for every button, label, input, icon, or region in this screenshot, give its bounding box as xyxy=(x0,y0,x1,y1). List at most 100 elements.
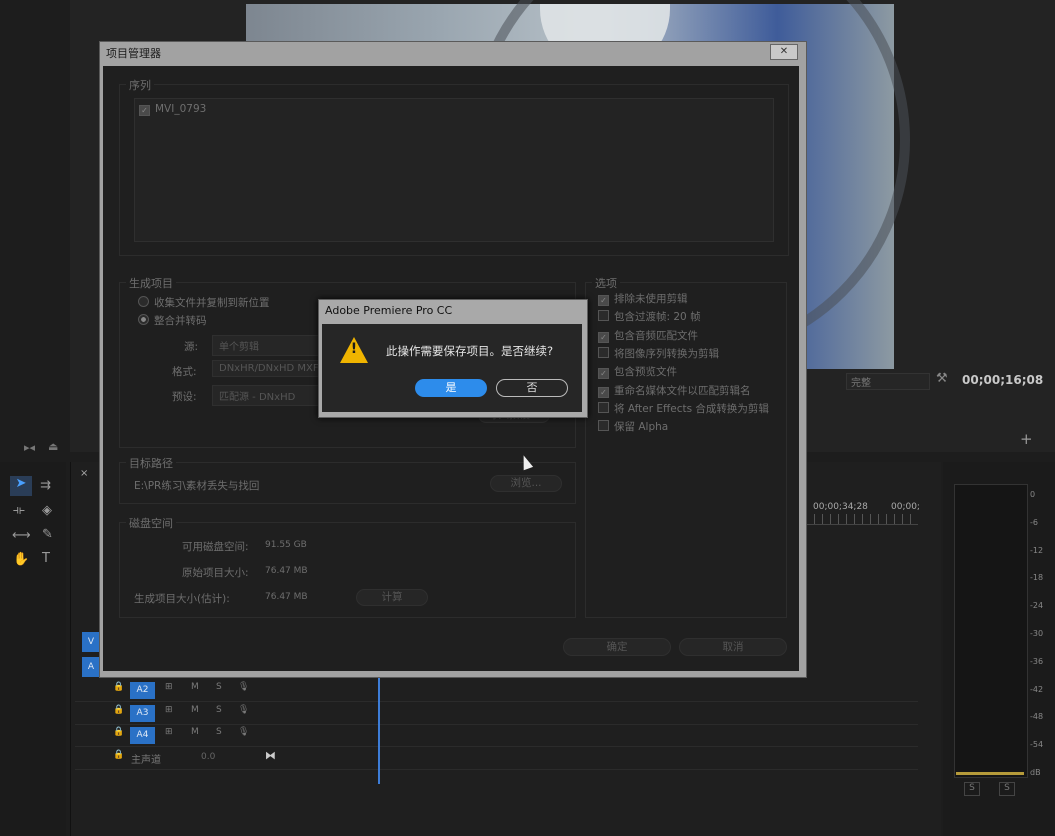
add-button-icon[interactable]: + xyxy=(1020,430,1033,448)
option-item[interactable]: ✓ 重命名媒体文件以匹配剪辑名 xyxy=(598,383,751,398)
free-space-label: 可用磁盘空间: xyxy=(182,541,249,553)
option-item[interactable]: ✓ 包含预览文件 xyxy=(598,364,677,380)
wrench-icon[interactable]: ⚒ xyxy=(936,371,948,386)
option-checkbox[interactable]: ✓ xyxy=(598,331,609,343)
option-checkbox[interactable]: ✓ xyxy=(598,368,609,380)
calculate-button[interactable]: 计算 xyxy=(356,589,428,606)
sync-icon[interactable]: ⊞ xyxy=(165,682,173,692)
microphone-icon[interactable]: 🎙 xyxy=(238,727,249,737)
sync-icon[interactable]: ⊞ xyxy=(165,727,173,737)
track-target-a3[interactable]: A3 xyxy=(130,705,155,722)
pen-tool-icon[interactable]: ✎ xyxy=(42,527,53,542)
format-label: 格式: xyxy=(172,366,197,378)
meter-scale-label: -24 xyxy=(1030,601,1044,611)
program-timecode: 00;00;16;08 xyxy=(962,373,1044,387)
option-checkbox[interactable]: ✓ xyxy=(598,386,609,398)
yes-button[interactable]: 是 xyxy=(415,379,487,397)
hand-tool-icon[interactable]: ✋ xyxy=(13,552,29,567)
lock-icon[interactable]: 🔒 xyxy=(113,727,124,737)
sequence-item[interactable]: ✓ MVI_0793 xyxy=(139,103,206,116)
audio-track-a1-toggle[interactable]: A xyxy=(82,657,100,677)
option-checkbox[interactable]: ✓ xyxy=(598,295,609,306)
solo-button[interactable]: S xyxy=(216,682,222,692)
estimated-size-value: 76.47 MB xyxy=(265,592,308,602)
close-button[interactable]: ✕ xyxy=(770,44,798,60)
lock-icon[interactable]: 🔒 xyxy=(113,682,124,692)
sequence-group-title: 序列 xyxy=(126,77,154,93)
options-group-title: 选项 xyxy=(592,275,620,291)
option-item[interactable]: 将图像序列转换为剪辑 xyxy=(598,346,719,361)
meter-scale-label: -12 xyxy=(1030,545,1044,555)
meter-scale-label: -42 xyxy=(1030,684,1044,694)
collect-files-radio[interactable]: 收集文件并复制到新位置 xyxy=(138,295,270,310)
solo-left-button[interactable]: S xyxy=(964,782,980,796)
option-checkbox[interactable] xyxy=(598,346,609,358)
lock-icon[interactable]: 🔒 xyxy=(113,705,124,715)
option-item[interactable]: ✓ 排除未使用剪辑 xyxy=(598,291,688,306)
options-group: 选项 ✓ 排除未使用剪辑包含过渡帧: 20 帧 ✓ 包含音频匹配文件将图像序列转换为剪… xyxy=(585,275,787,618)
option-checkbox[interactable] xyxy=(598,420,609,432)
option-label: 排除未使用剪辑 xyxy=(614,293,688,305)
quality-value: 完整 xyxy=(851,378,871,389)
insert-icon[interactable]: ⏏ xyxy=(48,440,58,453)
ruler-time-b: 00;00; xyxy=(891,502,920,512)
preset-label: 预设: xyxy=(172,391,197,403)
preset-dropdown[interactable]: 匹配源 - DNxHD xyxy=(212,385,324,406)
destination-group-title: 目标路径 xyxy=(126,455,176,471)
option-checkbox[interactable] xyxy=(598,310,609,322)
solo-button[interactable]: S xyxy=(216,705,222,715)
sync-icon[interactable]: ⊞ xyxy=(165,705,173,715)
solo-right-button[interactable]: S xyxy=(999,782,1015,796)
sequence-item-label: MVI_0793 xyxy=(155,103,207,115)
source-dropdown[interactable]: 单个剪辑 xyxy=(212,335,324,356)
master-volume[interactable]: 0.0 xyxy=(201,752,215,762)
destination-path: E:\PR练习\素材丢失与找回 xyxy=(134,480,260,492)
option-item[interactable]: 保留 Alpha xyxy=(598,419,668,434)
option-label: 将图像序列转换为剪辑 xyxy=(614,347,719,360)
audio-track-a3: 🔒 A3 ⊞ M S 🎙 xyxy=(75,703,918,725)
audio-meter xyxy=(954,484,1028,778)
option-checkbox[interactable] xyxy=(598,401,609,413)
export-frame-icon[interactable]: ▸◂ xyxy=(24,441,35,454)
go-to-bounds-icon[interactable]: ⧓ xyxy=(265,749,276,762)
type-tool-icon[interactable]: T xyxy=(42,551,50,566)
solo-button[interactable]: S xyxy=(216,727,222,737)
master-label: 主声道 xyxy=(131,755,161,766)
lock-icon[interactable]: 🔒 xyxy=(113,750,124,760)
option-item[interactable]: 将 After Effects 合成转换为剪辑 xyxy=(598,401,769,416)
cancel-button[interactable]: 取消 xyxy=(679,638,787,656)
microphone-icon[interactable]: 🎙 xyxy=(238,705,249,715)
option-label: 将 After Effects 合成转换为剪辑 xyxy=(614,402,769,415)
meter-scale-label: dB xyxy=(1030,768,1041,777)
mute-button[interactable]: M xyxy=(191,682,199,692)
radio-icon xyxy=(138,314,149,325)
track-select-tool-icon[interactable]: ⇉ xyxy=(40,478,51,493)
playhead-line[interactable] xyxy=(378,676,380,784)
consolidate-radio[interactable]: 整合并转码 xyxy=(138,313,207,328)
source-label: 源: xyxy=(184,341,199,353)
no-button[interactable]: 否 xyxy=(496,379,568,397)
browse-button[interactable]: 浏览... xyxy=(490,475,562,492)
option-item[interactable]: ✓ 包含音频匹配文件 xyxy=(598,328,698,343)
option-label: 保留 Alpha xyxy=(614,421,669,434)
timeline-tab-close-icon[interactable]: × xyxy=(80,468,88,479)
slip-tool-icon[interactable]: ⟷ xyxy=(12,528,31,543)
consolidate-label: 整合并转码 xyxy=(154,315,207,327)
radio-icon xyxy=(138,296,149,307)
ok-button[interactable]: 确定 xyxy=(563,638,671,656)
microphone-icon[interactable]: 🎙 xyxy=(238,682,249,692)
mute-button[interactable]: M xyxy=(191,727,199,737)
video-track-v1-toggle[interactable]: V xyxy=(82,632,100,652)
ripple-edit-tool-icon[interactable]: ⟛ xyxy=(13,503,25,518)
razor-tool-icon[interactable]: ◈ xyxy=(42,503,52,518)
option-item[interactable]: 包含过渡帧: 20 帧 xyxy=(598,309,701,324)
sequence-checkbox[interactable]: ✓ xyxy=(139,105,150,116)
format-dropdown[interactable]: DNxHR/DNxHD MXF OP1a xyxy=(212,360,324,377)
destination-group: 目标路径 E:\PR练习\素材丢失与找回 浏览... xyxy=(119,455,576,504)
track-target-a4[interactable]: A4 xyxy=(130,727,155,744)
timeline-ruler[interactable] xyxy=(806,514,918,525)
quality-dropdown[interactable]: 完整 xyxy=(846,373,930,390)
track-target-a2[interactable]: A2 xyxy=(130,682,155,699)
mute-button[interactable]: M xyxy=(191,705,199,715)
selection-tool-icon[interactable]: ➤ xyxy=(10,476,32,496)
